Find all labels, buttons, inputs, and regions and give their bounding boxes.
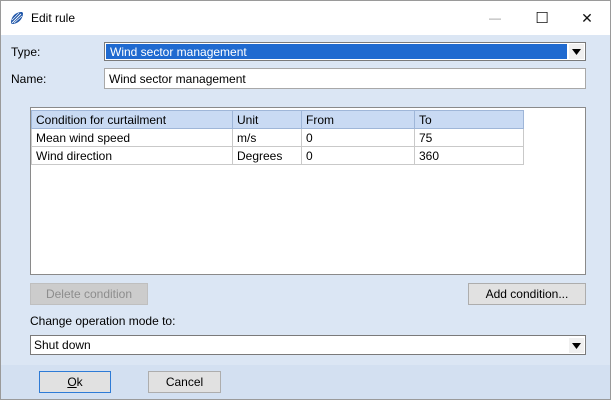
column-header-unit[interactable]: Unit <box>232 110 302 129</box>
title-bar: Edit rule — ☐ ✕ <box>1 1 610 35</box>
edit-rule-dialog: Edit rule — ☐ ✕ Type: Wind sector manage… <box>0 0 611 400</box>
chevron-down-icon[interactable] <box>569 44 584 59</box>
cancel-button[interactable]: Cancel <box>148 371 221 393</box>
cell-to[interactable]: 360 <box>414 146 524 165</box>
name-label: Name: <box>11 72 47 86</box>
ok-label: k <box>76 375 83 389</box>
minimize-icon: — <box>489 11 501 25</box>
conditions-grid: Condition for curtailment Unit From To M… <box>30 107 586 275</box>
name-field[interactable] <box>104 68 586 89</box>
cell-condition[interactable]: Wind direction <box>31 146 233 165</box>
operation-mode-selected-value: Shut down <box>34 338 91 352</box>
cell-to[interactable]: 75 <box>414 128 524 147</box>
type-label: Type: <box>11 45 41 59</box>
cell-unit[interactable]: m/s <box>232 128 302 147</box>
maximize-button[interactable]: ☐ <box>519 1 565 35</box>
table-header-row: Condition for curtailment Unit From To <box>31 110 524 129</box>
table-row[interactable]: Mean wind speed m/s 0 75 <box>31 128 524 147</box>
close-button[interactable]: ✕ <box>564 1 610 35</box>
cell-condition[interactable]: Mean wind speed <box>31 128 233 147</box>
cell-unit[interactable]: Degrees <box>232 146 302 165</box>
column-header-to[interactable]: To <box>414 110 524 129</box>
minimize-button[interactable]: — <box>472 1 518 35</box>
cell-from[interactable]: 0 <box>301 128 415 147</box>
button-bar: Ok Cancel <box>1 365 610 399</box>
column-header-from[interactable]: From <box>301 110 415 129</box>
window-title: Edit rule <box>31 11 76 25</box>
operation-mode-label: Change operation mode to: <box>30 314 176 328</box>
name-input[interactable] <box>109 71 579 86</box>
cell-from[interactable]: 0 <box>301 146 415 165</box>
table-row[interactable]: Wind direction Degrees 0 360 <box>31 146 524 165</box>
close-icon: ✕ <box>581 9 593 26</box>
add-condition-button[interactable]: Add condition... <box>468 283 586 305</box>
ok-mnemonic: O <box>67 375 77 389</box>
delete-condition-button[interactable]: Delete condition <box>30 283 148 305</box>
type-selected-value: Wind sector management <box>110 45 247 59</box>
maximize-icon: ☐ <box>535 10 549 27</box>
conditions-table: Condition for curtailment Unit From To M… <box>31 110 524 165</box>
type-dropdown[interactable]: Wind sector management <box>104 42 586 61</box>
chevron-down-icon[interactable] <box>569 338 584 353</box>
operation-mode-dropdown[interactable]: Shut down <box>30 335 586 355</box>
ok-button[interactable]: Ok <box>39 371 111 393</box>
app-logo-icon <box>9 10 25 26</box>
column-header-condition[interactable]: Condition for curtailment <box>31 110 233 129</box>
